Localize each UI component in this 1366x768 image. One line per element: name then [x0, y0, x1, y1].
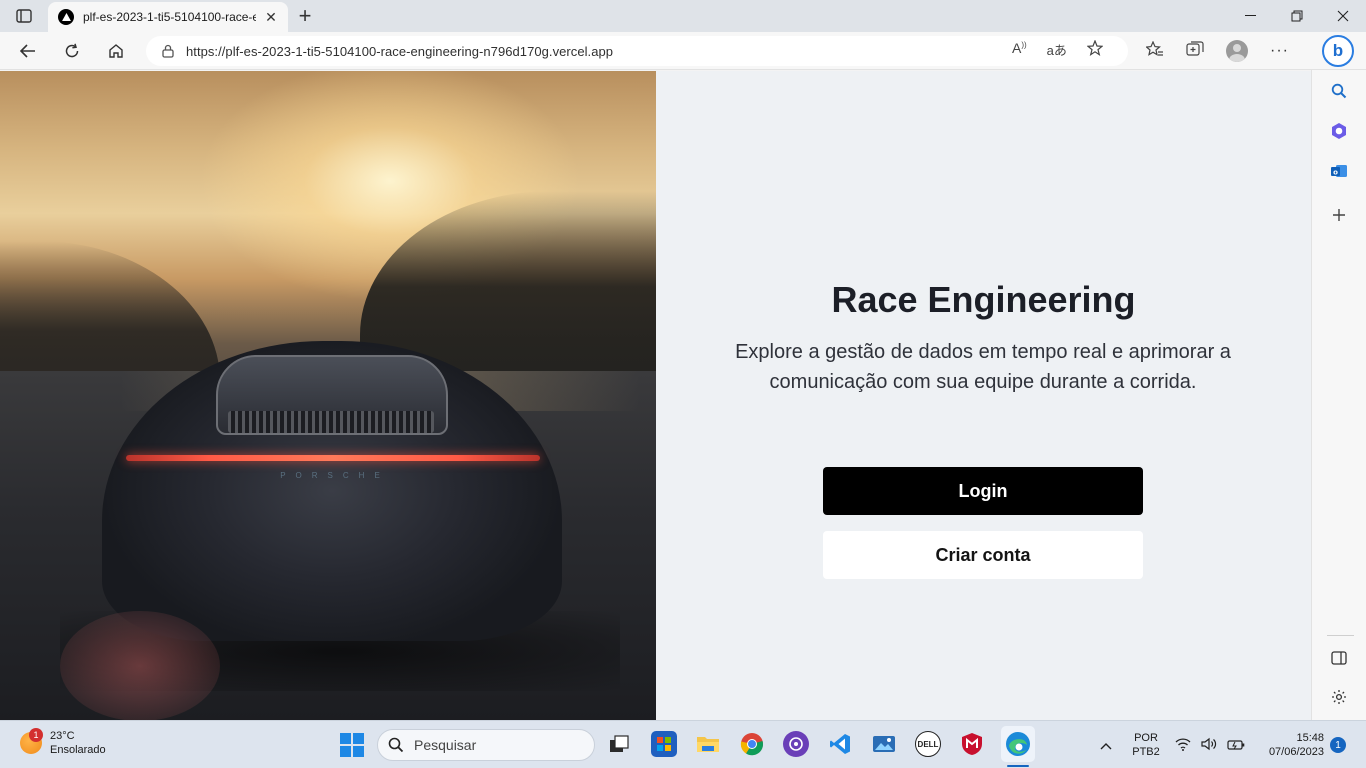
lock-icon: [162, 44, 174, 58]
minimize-icon[interactable]: [1228, 0, 1274, 32]
search-icon: [388, 737, 404, 753]
weather-badge: 1: [29, 728, 43, 742]
hero-car-image: PORSCHE: [0, 71, 656, 720]
dell-icon[interactable]: DELL: [915, 731, 941, 757]
notification-badge[interactable]: 1: [1330, 737, 1346, 753]
taskbar-search-input[interactable]: Pesquisar: [377, 729, 595, 761]
search-icon[interactable]: [1326, 78, 1352, 104]
github-desktop-icon[interactable]: [783, 731, 809, 757]
tab-actions-icon[interactable]: [10, 6, 38, 26]
read-aloud-icon[interactable]: A)): [1012, 40, 1027, 61]
landing-content: Race Engineering Explore a gestão de dad…: [656, 71, 1311, 720]
vercel-favicon-icon: [58, 9, 74, 25]
back-arrow-icon[interactable]: [14, 37, 42, 65]
favorite-star-icon[interactable]: [1086, 39, 1104, 61]
tab-close-icon[interactable]: ✕: [262, 8, 280, 26]
volume-icon[interactable]: [1201, 737, 1217, 756]
web-page: PORSCHE Race Engineering Explore a gestã…: [0, 71, 1311, 720]
edge-icon[interactable]: [1001, 726, 1035, 762]
keyboard-layout: PTB2: [1132, 746, 1160, 758]
weather-temp: 23°C: [50, 730, 75, 742]
edge-sidebar: o: [1311, 70, 1366, 720]
mcafee-icon[interactable]: [959, 731, 985, 757]
office-icon[interactable]: [1326, 118, 1352, 144]
windows-taskbar: 1 23°C Ensolarado Pesquisar DELL POR PTB…: [0, 720, 1366, 768]
chrome-icon[interactable]: [739, 731, 765, 757]
show-hidden-icons-icon[interactable]: [1100, 737, 1112, 755]
battery-icon[interactable]: [1227, 738, 1245, 756]
language-code: POR: [1134, 732, 1158, 744]
search-placeholder: Pesquisar: [414, 737, 477, 753]
clock-date: 07/06/2023: [1268, 746, 1324, 758]
add-sidebar-app-icon[interactable]: [1326, 202, 1352, 228]
language-indicator[interactable]: POR PTB2: [1130, 731, 1162, 759]
tab-title: plf-es-2023-1-ti5-5104100-race-e: [83, 10, 256, 24]
settings-gear-icon[interactable]: [1326, 684, 1352, 710]
bing-copilot-icon[interactable]: b: [1322, 35, 1354, 67]
new-tab-button[interactable]: +: [294, 3, 316, 28]
profile-avatar-icon[interactable]: [1226, 40, 1248, 62]
weather-widget[interactable]: 1 23°C Ensolarado: [20, 728, 106, 757]
windows-start-icon[interactable]: [340, 733, 364, 757]
translate-icon[interactable]: aあ: [1047, 40, 1067, 61]
url-text: https://plf-es-2023-1-ti5-5104100-race-e…: [186, 43, 614, 59]
refresh-icon[interactable]: [58, 37, 86, 65]
task-view-icon[interactable]: [606, 731, 632, 757]
clock-time: 15:48: [1296, 732, 1324, 744]
collections-icon[interactable]: [1186, 40, 1204, 62]
wifi-icon[interactable]: [1175, 737, 1191, 756]
page-description: Explore a gestão de dados em tempo real …: [735, 341, 1231, 393]
clock[interactable]: 15:48 07/06/2023: [1252, 731, 1324, 759]
address-bar[interactable]: https://plf-es-2023-1-ti5-5104100-race-e…: [146, 36, 1128, 66]
window-controls: [1228, 0, 1366, 32]
photos-icon[interactable]: [871, 731, 897, 757]
close-window-icon[interactable]: [1320, 0, 1366, 32]
browser-tab-strip: plf-es-2023-1-ti5-5104100-race-e ✕ +: [0, 0, 1366, 32]
vscode-icon[interactable]: [827, 731, 853, 757]
outlook-icon[interactable]: o: [1326, 158, 1352, 184]
sun-icon: 1: [20, 728, 43, 754]
login-button[interactable]: Login: [823, 467, 1143, 515]
microsoft-store-icon[interactable]: [651, 731, 677, 757]
favorites-icon[interactable]: [1145, 39, 1164, 62]
browser-toolbar: https://plf-es-2023-1-ti5-5104100-race-e…: [0, 32, 1366, 70]
browser-tab-active[interactable]: plf-es-2023-1-ti5-5104100-race-e ✕: [48, 2, 288, 32]
file-explorer-icon[interactable]: [695, 731, 721, 757]
create-account-button[interactable]: Criar conta: [823, 531, 1143, 579]
more-options-icon[interactable]: ···: [1270, 42, 1289, 60]
create-account-label: Criar conta: [935, 544, 1031, 565]
weather-desc: Ensolarado: [50, 744, 106, 756]
home-icon[interactable]: [102, 37, 130, 65]
svg-text:o: o: [1333, 169, 1338, 177]
hide-sidebar-icon[interactable]: [1326, 645, 1352, 671]
page-title: Race Engineering: [831, 279, 1136, 320]
restore-icon[interactable]: [1274, 0, 1320, 32]
car-badge-text: PORSCHE: [280, 471, 390, 480]
